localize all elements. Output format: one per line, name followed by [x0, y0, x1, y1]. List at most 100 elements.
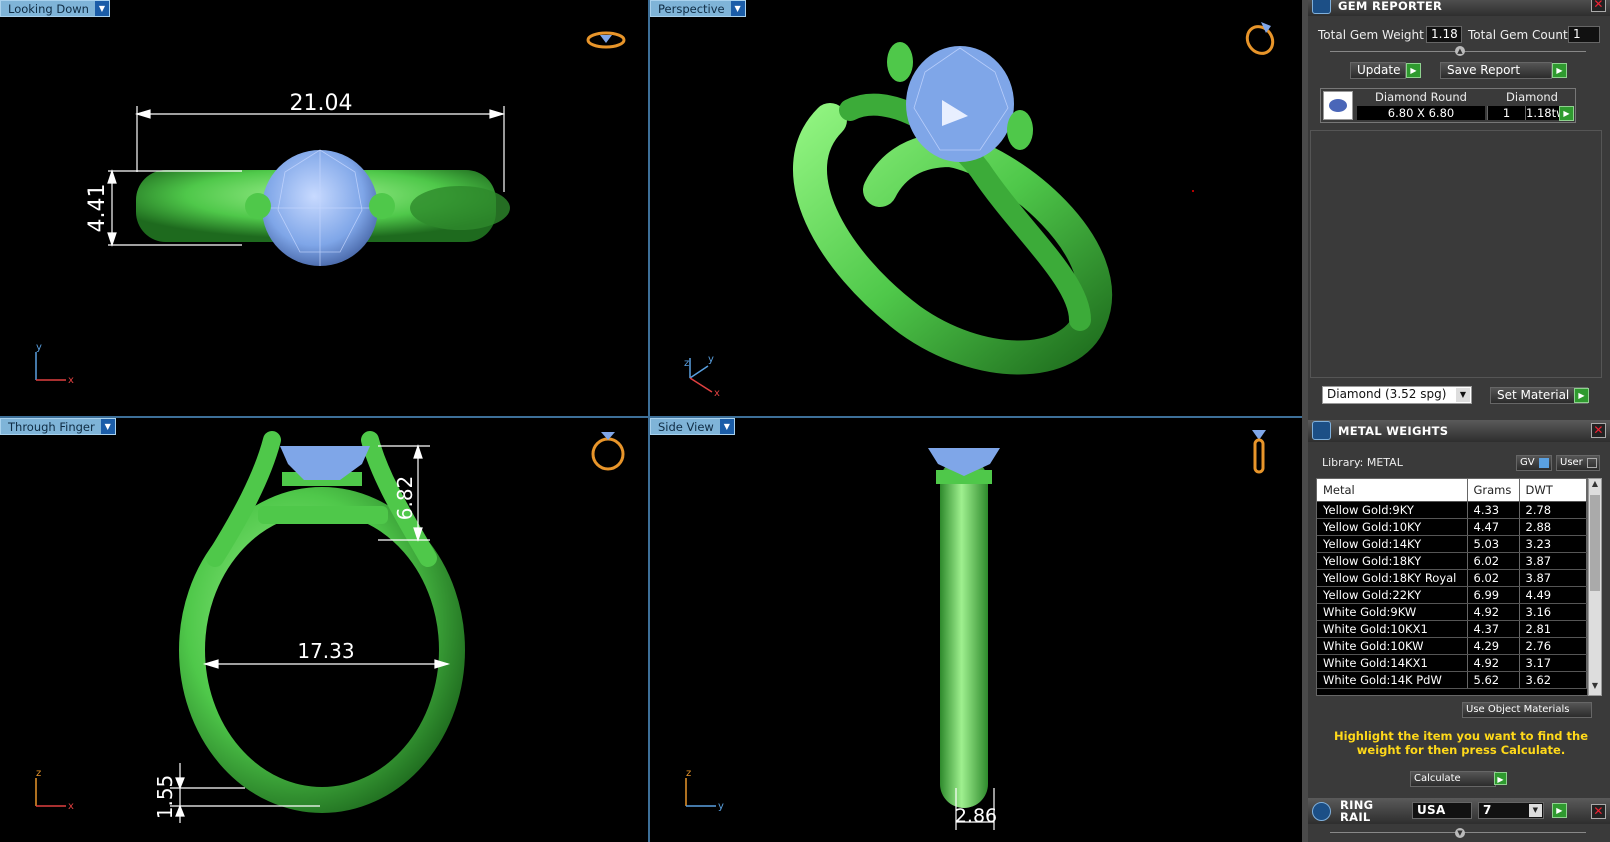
ring-view-icon[interactable] — [1242, 18, 1278, 56]
gem-list-area[interactable] — [1310, 130, 1602, 378]
viewport-splitter-vertical[interactable] — [648, 0, 650, 842]
viewport-tab-side-view[interactable]: Side View ▼ — [650, 418, 735, 435]
gem-name: Diamond Round — [1375, 90, 1467, 104]
use-object-materials-button[interactable]: Use Object Materials — [1462, 702, 1592, 718]
table-row[interactable]: Yellow Gold:10KY 4.47 2.88 — [1317, 518, 1587, 536]
viewport-through-finger[interactable]: 6.82 17.33 1.55 z x Through Finger ▼ — [0, 418, 648, 842]
axis-y: y — [708, 354, 714, 365]
ring-view-icon[interactable] — [1248, 426, 1270, 476]
grams-cell: 6.02 — [1467, 552, 1520, 570]
table-row[interactable]: Yellow Gold:18KY Royal 6.02 3.87 — [1317, 569, 1587, 587]
ring-rail-header: RING RAIL USA 7 ▼ ▶ ✕ — [1308, 798, 1610, 824]
table-row[interactable]: White Gold:10KW 4.29 2.76 — [1317, 637, 1587, 655]
calculate-button[interactable]: Calculate — [1410, 771, 1496, 787]
viewport-tab-looking-down[interactable]: Looking Down ▼ — [0, 0, 110, 17]
calculate-go-icon[interactable]: ▶ — [1494, 772, 1507, 785]
dropdown-arrow-icon[interactable]: ▼ — [100, 419, 115, 434]
metal-weights-icon — [1312, 421, 1331, 440]
table-scrollbar[interactable]: ▲ ▼ — [1588, 478, 1602, 696]
dim-shank-thickness: 1.55 — [153, 775, 177, 820]
viewport-splitter-horizontal[interactable] — [0, 416, 1302, 418]
axis-z: z — [36, 768, 41, 779]
gem-go-icon[interactable]: ▶ — [1559, 106, 1574, 121]
grams-cell: 4.29 — [1467, 637, 1520, 655]
chevron-down-icon[interactable]: ▼ — [1456, 388, 1470, 402]
viewport-tab-label: Looking Down — [8, 2, 89, 16]
update-go-icon[interactable]: ▶ — [1406, 63, 1421, 78]
table-row[interactable]: White Gold:9KW 4.92 3.16 — [1317, 603, 1587, 621]
ring-view-icon[interactable] — [585, 30, 627, 50]
viewport-tab-label: Side View — [658, 420, 714, 434]
chevron-down-icon[interactable]: ▼ — [1529, 804, 1542, 817]
save-report-label: Save Report — [1447, 63, 1521, 77]
viewport-side-view[interactable]: 2.86 z y Side View ▼ — [650, 418, 1302, 842]
perspective-scene: z y x — [684, 42, 1194, 399]
dropdown-arrow-icon[interactable]: ▼ — [730, 1, 745, 16]
ring-size-value: 7 — [1483, 803, 1492, 817]
set-material-go-icon[interactable]: ▶ — [1574, 388, 1589, 403]
dropdown-arrow-icon[interactable]: ▼ — [719, 419, 734, 434]
set-material-label: Set Material — [1497, 388, 1570, 402]
total-gem-weight-value: 1.18 — [1426, 26, 1462, 43]
scroll-up-icon[interactable]: ▲ — [1589, 479, 1601, 493]
close-icon[interactable]: ✕ — [1591, 804, 1606, 819]
viewport-tab-through-finger[interactable]: Through Finger ▼ — [0, 418, 116, 435]
scroll-down-icon[interactable]: ▼ — [1589, 681, 1601, 695]
ring-rail-icon — [1312, 802, 1331, 821]
expand-arrow-icon[interactable]: ▼ — [1455, 828, 1465, 838]
gem-count: 1 — [1487, 106, 1525, 120]
dwt-cell: 2.76 — [1519, 637, 1587, 655]
table-row[interactable]: Yellow Gold:14KY 5.03 3.23 — [1317, 535, 1587, 553]
close-icon[interactable]: ✕ — [1591, 0, 1606, 12]
collapse-arrow-icon[interactable]: ▲ — [1455, 46, 1465, 56]
ring-rail-go-icon[interactable]: ▶ — [1552, 803, 1567, 818]
viewport-perspective[interactable]: z y x Perspective ▼ — [650, 0, 1302, 416]
gv-toggle[interactable]: GV — [1516, 455, 1552, 471]
dwt-cell: 3.17 — [1519, 654, 1587, 672]
metal-name-cell: Yellow Gold:18KY — [1317, 552, 1468, 570]
table-row[interactable]: White Gold:10KX1 4.37 2.81 — [1317, 620, 1587, 638]
total-gem-count-label: Total Gem Count — [1468, 28, 1568, 42]
user-toggle[interactable]: User — [1556, 455, 1600, 471]
table-row[interactable]: White Gold:14KX1 4.92 3.17 — [1317, 654, 1587, 672]
ring-rail-title: RING RAIL — [1340, 798, 1374, 824]
user-label: User — [1560, 457, 1583, 468]
gem-size: 6.80 X 6.80 — [1357, 106, 1485, 120]
ring-size-select[interactable]: 7 ▼ — [1478, 802, 1544, 819]
through-finger-scene: 6.82 17.33 1.55 z x — [35, 431, 465, 823]
viewport-tab-perspective[interactable]: Perspective ▼ — [650, 0, 746, 17]
ring-rail-country[interactable]: USA — [1412, 802, 1472, 819]
table-row[interactable]: Yellow Gold:9KY 4.33 2.78 — [1317, 501, 1587, 519]
total-gem-count-value: 1 — [1568, 26, 1600, 43]
close-icon[interactable]: ✕ — [1591, 423, 1606, 438]
metal-weights-table[interactable]: Metal Grams DWT Yellow Gold:9KY 4.33 2.78 Y… — [1316, 478, 1588, 696]
metal-weights-title: METAL WEIGHTS — [1338, 424, 1449, 438]
metal-name-cell: Yellow Gold:9KY — [1317, 501, 1468, 519]
metal-name-cell: Yellow Gold:10KY — [1317, 518, 1468, 536]
table-row[interactable]: Yellow Gold:22KY 6.99 4.49 — [1317, 586, 1587, 604]
axis-y: y — [718, 801, 724, 812]
axis-z: z — [684, 358, 689, 369]
save-report-button[interactable]: Save Report — [1440, 62, 1552, 79]
gem-list-row[interactable]: Diamond Round Diamond 6.80 X 6.80 1 1.18… — [1320, 88, 1576, 123]
save-report-go-icon[interactable]: ▶ — [1552, 63, 1567, 78]
metal-weights-hint: Highlight the item you want to find the … — [1334, 729, 1588, 757]
axis-y: y — [36, 342, 42, 353]
dropdown-arrow-icon[interactable]: ▼ — [94, 1, 109, 16]
total-gem-weight-label: Total Gem Weight — [1318, 28, 1424, 42]
table-row[interactable]: White Gold:14K PdW 5.62 3.62 — [1317, 671, 1587, 689]
table-row[interactable]: Yellow Gold:18KY 6.02 3.87 — [1317, 552, 1587, 570]
ring-view-icon[interactable] — [588, 428, 628, 472]
viewport-looking-down[interactable]: 21.04 4.41 y x Looking Down ▼ — [0, 0, 648, 416]
dwt-cell: 3.87 — [1519, 552, 1587, 570]
metal-name-cell: White Gold:14KX1 — [1317, 654, 1468, 672]
grams-cell: 6.99 — [1467, 586, 1520, 604]
metal-name-cell: White Gold:10KX1 — [1317, 620, 1468, 638]
looking-down-scene: 21.04 4.41 y x — [35, 91, 510, 386]
table-header: Metal Grams DWT — [1317, 479, 1587, 502]
scroll-thumb[interactable] — [1590, 495, 1600, 591]
metal-name-cell: White Gold:14K PdW — [1317, 671, 1468, 689]
material-select[interactable]: Diamond (3.52 spg) ▼ — [1322, 386, 1472, 404]
update-button[interactable]: Update — [1350, 62, 1406, 79]
axis-z: z — [686, 768, 691, 779]
